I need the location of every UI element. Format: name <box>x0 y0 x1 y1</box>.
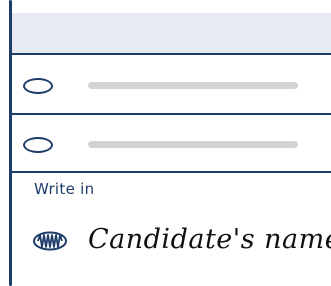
ballot-card: Write in Candidate's name <box>0 0 331 286</box>
candidate-name-placeholder-2 <box>88 141 298 148</box>
filled-bubble-icon[interactable] <box>32 230 68 252</box>
write-in-candidate-name[interactable]: Candidate's name <box>88 224 331 255</box>
radio-bubble-option-1[interactable] <box>23 78 53 94</box>
ballot-header-band <box>12 13 331 53</box>
write-in-label: Write in <box>34 180 95 198</box>
candidate-name-placeholder-1 <box>88 82 298 89</box>
radio-bubble-option-2[interactable] <box>23 137 53 153</box>
row-divider <box>12 171 331 173</box>
